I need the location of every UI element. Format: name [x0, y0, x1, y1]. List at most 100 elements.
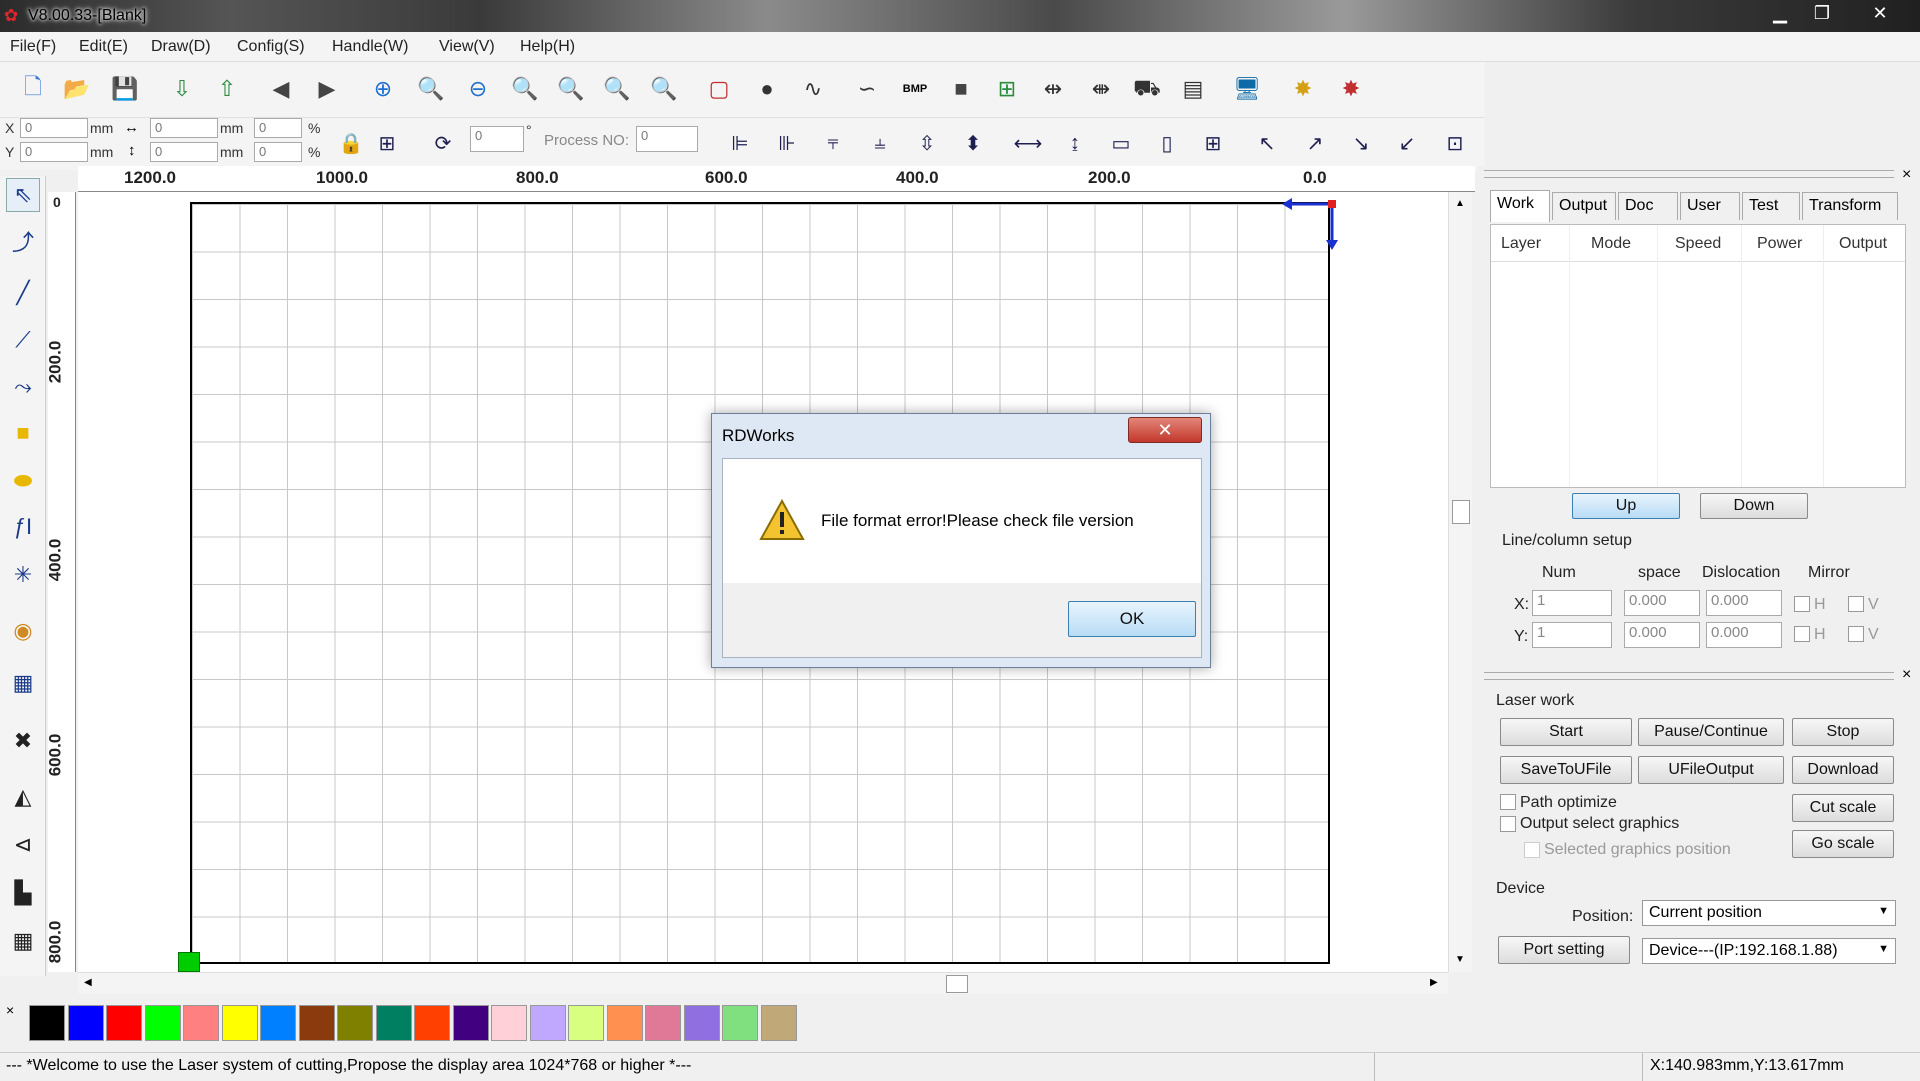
new-file-icon[interactable]: 🗋 — [16, 72, 50, 106]
h-space-icon[interactable]: ▭ — [1106, 128, 1136, 158]
scroll-right-icon[interactable]: ▶ — [1430, 977, 1438, 988]
menu-file[interactable]: File(F) — [10, 38, 56, 56]
y-position-field[interactable]: 0 — [20, 142, 88, 162]
panel-grip[interactable] — [1484, 170, 1894, 178]
redo-icon[interactable]: ▶ — [310, 72, 344, 106]
restore-icon[interactable]: ❐ — [1800, 0, 1844, 26]
layer-up-button[interactable]: Up — [1572, 493, 1680, 519]
zoom-in-icon[interactable]: ⊕ — [366, 72, 400, 106]
vertical-scrollbar[interactable]: ▲ ▼ — [1448, 192, 1472, 972]
y-dislocation-field[interactable]: 0.000 — [1706, 622, 1782, 648]
delete-tool-icon[interactable]: ✖ — [6, 724, 40, 758]
color-swatch[interactable] — [144, 1005, 181, 1041]
group-icon[interactable]: ⊞ — [990, 72, 1024, 106]
x-position-field[interactable]: 0 — [20, 118, 88, 138]
top-right-icon[interactable]: ↗ — [1300, 128, 1330, 158]
stop-button[interactable]: Stop — [1792, 718, 1894, 746]
text-tool-icon[interactable]: ƒI — [6, 510, 40, 544]
color-swatch[interactable] — [491, 1005, 527, 1041]
laser-panel-close-icon[interactable]: × — [1902, 666, 1911, 684]
open-folder-icon[interactable]: 📂 — [60, 72, 94, 106]
select-tool-icon[interactable]: ⇖ — [6, 178, 40, 212]
page-center-icon[interactable]: ⊡ — [1440, 128, 1470, 158]
mirror-x-h-checkbox[interactable] — [1794, 596, 1810, 612]
tab-transform[interactable]: Transform — [1802, 192, 1898, 220]
menu-help[interactable]: Help(H) — [520, 38, 575, 56]
color-swatch[interactable] — [452, 1005, 489, 1041]
same-width-icon[interactable]: ⟷ — [1013, 128, 1043, 158]
output-select-checkbox[interactable] — [1500, 816, 1516, 832]
mirror-v-tool-icon[interactable]: ⊲ — [6, 828, 40, 862]
zoom-icon[interactable]: 🔍 — [647, 72, 681, 106]
scroll-left-icon[interactable]: ◀ — [84, 977, 92, 988]
color-swatch[interactable] — [529, 1005, 566, 1041]
go-scale-button[interactable]: Go scale — [1792, 830, 1894, 858]
color-swatch[interactable] — [722, 1005, 758, 1041]
menu-edit[interactable]: Edit(E) — [79, 38, 128, 56]
bottom-right-icon[interactable]: ↘ — [1346, 128, 1376, 158]
color-swatch[interactable] — [221, 1005, 258, 1041]
start-button[interactable]: Start — [1500, 718, 1632, 746]
panel-grip[interactable] — [1484, 672, 1894, 680]
menu-handle[interactable]: Handle(W) — [332, 38, 408, 56]
scroll-down-icon[interactable]: ▼ — [1455, 954, 1465, 965]
align-center-v-icon[interactable]: ⇳ — [912, 128, 942, 158]
rotate-icon[interactable]: ⟳ — [428, 128, 458, 158]
smooth-icon[interactable]: ∿ — [796, 72, 830, 106]
x-dislocation-field[interactable]: 0.000 — [1706, 590, 1782, 616]
rotate-angle-field[interactable]: 0 — [470, 126, 524, 152]
color-swatch[interactable] — [106, 1005, 142, 1041]
monitor-icon[interactable]: 🖥 — [1230, 72, 1264, 106]
menu-draw[interactable]: Draw(D) — [151, 38, 211, 56]
close-icon[interactable]: ✕ — [1858, 0, 1902, 26]
laser-head-icon[interactable]: ⛟ — [1130, 72, 1164, 106]
width-field[interactable]: 0 — [150, 118, 218, 138]
tab-user[interactable]: User — [1680, 192, 1740, 220]
zoom-out-icon[interactable]: ⊖ — [461, 72, 495, 106]
zoom-fit-icon[interactable]: 🔍 — [508, 72, 542, 106]
height-field[interactable]: 0 — [150, 142, 218, 162]
ok-button[interactable]: OK — [1068, 601, 1196, 637]
lock-icon[interactable]: 🔒 — [336, 128, 366, 158]
grid-select-icon[interactable]: ⊞ — [372, 128, 402, 158]
zoom-page-icon[interactable]: 🔍 — [554, 72, 588, 106]
zoom-in-icon[interactable]: 🔍 — [414, 72, 448, 106]
h-distribute-icon[interactable]: ⇹ — [1036, 72, 1070, 106]
layout-icon[interactable]: ▤ — [1176, 72, 1210, 106]
ellipse-tool-icon[interactable]: ⬬ — [6, 464, 40, 498]
color-swatch[interactable] — [606, 1005, 643, 1041]
export-icon[interactable]: ⇧ — [210, 72, 244, 106]
path-optimize-checkbox[interactable] — [1500, 794, 1516, 810]
bottom-left-icon[interactable]: ↙ — [1392, 128, 1422, 158]
download-button[interactable]: Download — [1792, 756, 1894, 784]
v-distribute-icon[interactable]: ⇼ — [1084, 72, 1118, 106]
scroll-up-icon[interactable]: ▲ — [1455, 198, 1465, 209]
device-select[interactable]: Device---(IP:192.168.1.88) ▼ — [1642, 938, 1896, 964]
line-tool-icon[interactable]: ╱ — [6, 276, 40, 310]
zoom-select-icon[interactable]: 🔍 — [600, 72, 634, 106]
scale-x-field[interactable]: 0 — [254, 118, 302, 138]
bmp-icon[interactable]: BMP — [898, 72, 932, 106]
layer-down-button[interactable]: Down — [1700, 493, 1808, 519]
color-swatch[interactable] — [67, 1005, 104, 1041]
tab-test[interactable]: Test — [1742, 192, 1800, 220]
page-tool-icon[interactable]: ▙ — [6, 876, 40, 910]
polyline-tool-icon[interactable]: ⟋ — [6, 323, 40, 357]
layer-table[interactable]: Layer Mode Speed Power Output — [1490, 224, 1906, 488]
mirror-h-tool-icon[interactable]: ◭ — [6, 780, 40, 814]
cluster2-icon[interactable]: ✸ — [1334, 72, 1368, 106]
tab-output[interactable]: Output — [1552, 192, 1616, 220]
vertical-scroll-thumb[interactable] — [1452, 500, 1470, 524]
mirror-x-v-checkbox[interactable] — [1848, 596, 1864, 612]
menu-view[interactable]: View(V) — [439, 38, 495, 56]
curve-icon[interactable]: ∽ — [850, 72, 884, 106]
color-swatch[interactable] — [568, 1005, 604, 1041]
panel-close-icon[interactable]: × — [1902, 166, 1911, 184]
array-tool-icon[interactable]: ▦ — [6, 924, 40, 958]
position-select[interactable]: Current position ▼ — [1642, 900, 1896, 926]
scale-y-field[interactable]: 0 — [254, 142, 302, 162]
node-icon[interactable]: ● — [750, 72, 784, 106]
align-left-icon[interactable]: ⊫ — [725, 128, 755, 158]
color-swatch[interactable] — [29, 1005, 65, 1041]
color-swatch[interactable] — [645, 1005, 681, 1041]
